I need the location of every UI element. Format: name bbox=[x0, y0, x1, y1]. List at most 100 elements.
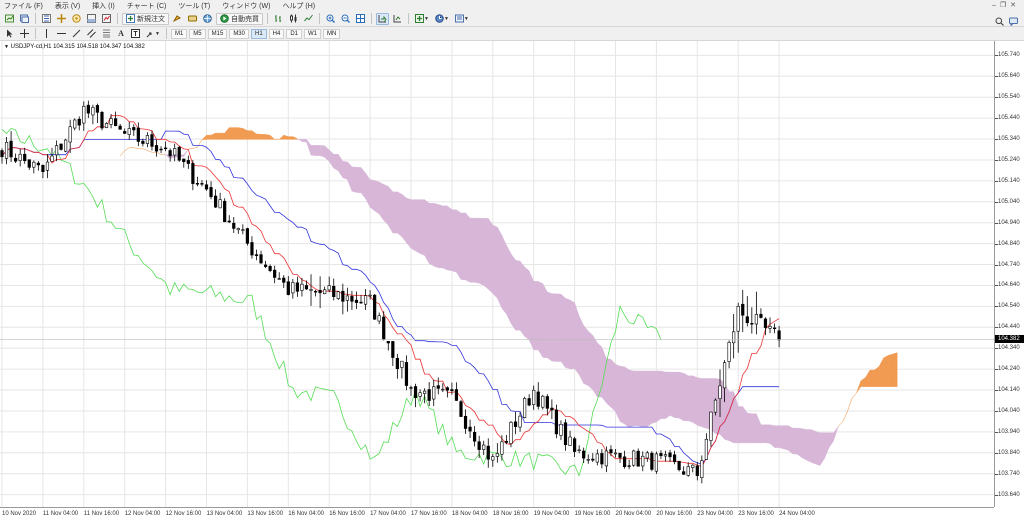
menu-help[interactable]: ヘルプ (H) bbox=[282, 1, 315, 11]
fibonacci-icon bbox=[103, 29, 110, 38]
menu-file[interactable]: ファイル (F) bbox=[4, 1, 43, 11]
bearish-candle bbox=[763, 318, 768, 328]
chevron-down-icon: ▼ bbox=[463, 15, 469, 22]
fibonacci-tool[interactable] bbox=[100, 28, 113, 40]
bearish-candle bbox=[459, 401, 463, 417]
bearish-candle bbox=[36, 162, 40, 166]
auto-trading-button[interactable]: 自動売買 bbox=[216, 12, 263, 25]
horizontal-line-tool[interactable] bbox=[55, 28, 68, 40]
terminal-button[interactable] bbox=[85, 13, 98, 25]
line-chart-button[interactable] bbox=[302, 13, 315, 25]
bearish-candle bbox=[168, 150, 172, 157]
bearish-candle bbox=[373, 294, 377, 320]
channel-icon bbox=[87, 29, 96, 38]
time-label: 13 Nov 04:00 bbox=[206, 511, 243, 517]
bearish-candle bbox=[245, 228, 250, 244]
navigator-button[interactable] bbox=[70, 13, 83, 25]
templates-button[interactable]: ▼ bbox=[453, 13, 471, 25]
bullish-candle bbox=[541, 395, 545, 408]
timeframe-h4[interactable]: H4 bbox=[268, 28, 285, 39]
kumo-bearish-segment bbox=[797, 427, 803, 459]
price-tick bbox=[995, 306, 998, 308]
menu-tools[interactable]: ツール (T) bbox=[178, 1, 210, 11]
metaeditor-button[interactable] bbox=[171, 13, 184, 25]
tile-windows-icon bbox=[356, 14, 365, 23]
kumo-bullish-segment bbox=[838, 421, 843, 427]
profiles-button[interactable] bbox=[18, 13, 31, 25]
price-chart[interactable] bbox=[0, 41, 994, 507]
crosshair-move-icon bbox=[57, 14, 66, 23]
menu-chart[interactable]: チャート (C) bbox=[127, 1, 167, 11]
price-label: 103.940 bbox=[998, 428, 1020, 435]
timeframe-m15[interactable]: M15 bbox=[207, 28, 228, 39]
kumo-bearish-segment bbox=[378, 181, 384, 222]
close-icon[interactable]: ✕ bbox=[1010, 2, 1016, 9]
zoom-in-button[interactable] bbox=[324, 13, 337, 25]
separator bbox=[319, 13, 320, 24]
timeframe-h1[interactable]: H1 bbox=[250, 28, 267, 39]
price-tick bbox=[995, 264, 998, 266]
kumo-bearish-segment bbox=[628, 369, 634, 428]
kumo-bullish-segment bbox=[215, 132, 221, 140]
price-tick bbox=[995, 369, 998, 371]
price-scale[interactable]: 105.740 105.640 105.540 105.440 105.340 105.2… bbox=[994, 41, 1024, 507]
bearish-candle bbox=[427, 389, 431, 401]
auto-scroll-button[interactable] bbox=[376, 12, 389, 25]
timeframe-d1[interactable]: D1 bbox=[286, 28, 302, 39]
chart-window[interactable]: ▼ USDJPY-cd,H1 104.315 104.518 104.347 1… bbox=[0, 41, 1024, 520]
bullish-candle bbox=[704, 438, 708, 460]
chart-shift-button[interactable] bbox=[391, 13, 404, 25]
bearish-candle bbox=[259, 254, 263, 264]
signals-button[interactable] bbox=[186, 13, 199, 25]
kumo-bearish-segment bbox=[728, 391, 734, 444]
bearish-candle bbox=[659, 453, 663, 457]
kumo-bearish-segment bbox=[778, 425, 784, 450]
timeframe-m30[interactable]: M30 bbox=[229, 28, 249, 39]
zoom-out-button[interactable] bbox=[339, 13, 352, 25]
price-tick bbox=[995, 473, 998, 475]
label-tool[interactable] bbox=[129, 28, 142, 40]
timeframe-mn[interactable]: MN bbox=[323, 28, 341, 39]
text-tool[interactable]: A bbox=[115, 28, 127, 40]
data-window-button[interactable] bbox=[55, 13, 68, 25]
trendline-tool[interactable] bbox=[70, 28, 83, 40]
kumo-bearish-segment bbox=[592, 334, 598, 398]
candlestick-icon bbox=[290, 14, 297, 23]
bearish-candle bbox=[627, 465, 631, 467]
indicators-button[interactable]: ▼ bbox=[413, 13, 431, 25]
strategy-tester-button[interactable] bbox=[100, 13, 113, 25]
timeframe-w1[interactable]: W1 bbox=[304, 28, 321, 39]
periods-button[interactable]: ▼ bbox=[433, 13, 451, 25]
timeframe-m1[interactable]: M1 bbox=[170, 28, 188, 39]
kumo-bullish-segment bbox=[133, 147, 139, 150]
vertical-line-tool[interactable] bbox=[40, 28, 53, 40]
price-tick bbox=[995, 159, 998, 161]
chevron-down-icon[interactable]: ▼ bbox=[4, 44, 9, 50]
restore-icon[interactable]: ❐ bbox=[1000, 2, 1006, 9]
channel-tool[interactable] bbox=[85, 28, 98, 40]
bearish-candle bbox=[672, 454, 677, 463]
tile-windows-button[interactable] bbox=[354, 13, 367, 25]
new-chart-button[interactable] bbox=[3, 13, 16, 25]
community-button[interactable] bbox=[201, 13, 214, 25]
menu-insert[interactable]: 挿入 (I) bbox=[92, 1, 115, 11]
candlestick-button[interactable] bbox=[287, 13, 300, 25]
time-scale[interactable]: 10 Nov 2020 11 Nov 04:00 11 Nov 16:00 12 No… bbox=[0, 507, 994, 520]
price-tick bbox=[995, 410, 998, 412]
minimize-icon[interactable]: – bbox=[992, 2, 996, 9]
menu-view[interactable]: 表示 (V) bbox=[55, 1, 80, 11]
bar-chart-button[interactable] bbox=[272, 13, 285, 25]
bullish-candle bbox=[663, 454, 668, 457]
cursor-tool[interactable] bbox=[3, 28, 16, 40]
bearish-candle bbox=[772, 327, 777, 330]
market-watch-button[interactable] bbox=[40, 13, 53, 25]
menu-window[interactable]: ウィンドウ (W) bbox=[222, 1, 270, 11]
new-order-button[interactable]: 新規注文 bbox=[122, 12, 169, 25]
kumo-bearish-segment bbox=[519, 260, 525, 337]
arrows-tool[interactable]: ▼ bbox=[144, 28, 162, 40]
bullish-candle bbox=[518, 415, 522, 428]
kumo-bearish-segment bbox=[738, 406, 743, 444]
timeframe-m5[interactable]: M5 bbox=[189, 28, 206, 39]
kumo-bearish-segment bbox=[751, 413, 757, 444]
crosshair-tool[interactable] bbox=[18, 28, 31, 40]
